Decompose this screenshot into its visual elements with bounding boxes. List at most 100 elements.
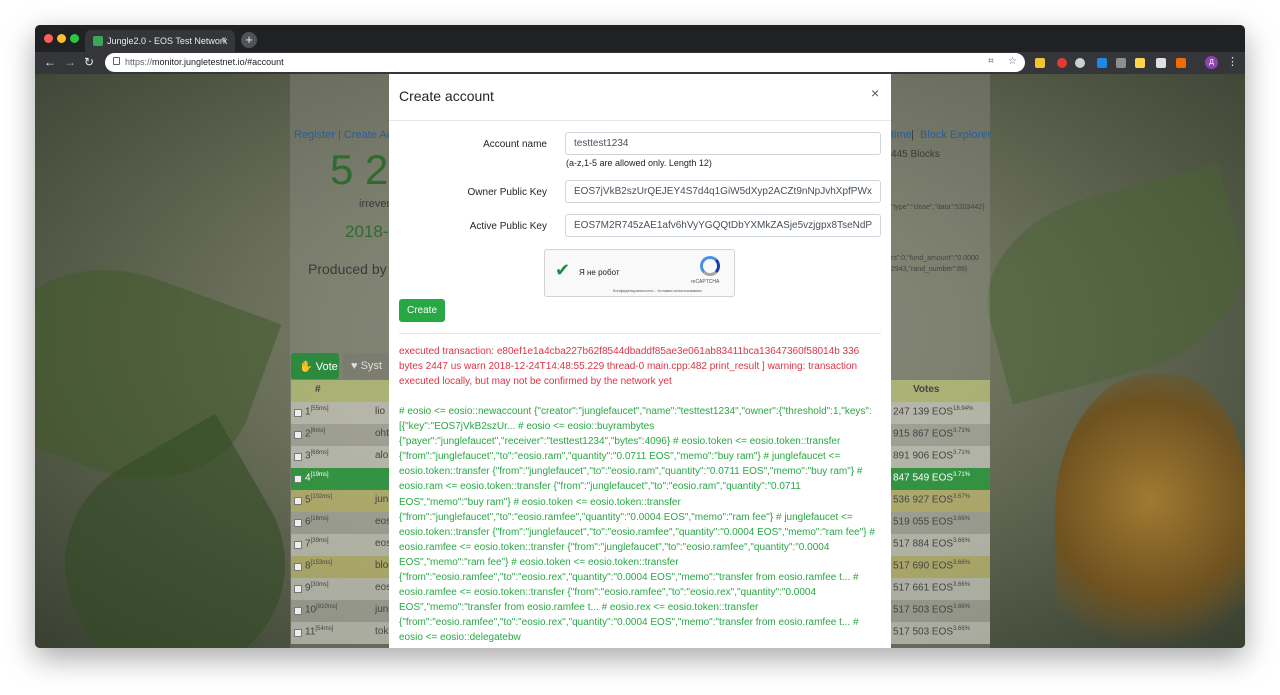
extension-icon[interactable] xyxy=(1176,58,1186,68)
row-rank: 8[153ms] xyxy=(305,560,332,572)
json-snippet: "type":"close","data":5203442} xyxy=(891,204,985,211)
owner-key-label: Owner Public Key xyxy=(467,187,547,198)
tab-title: Jungle2.0 - EOS Test Network xyxy=(107,36,228,46)
extension-icon[interactable] xyxy=(1035,58,1045,68)
active-key-input[interactable]: EOS7M2R745zAE1afv6hVyYGQQtDbYXMkZASje5vz… xyxy=(565,214,881,237)
row-rank: 10[810ms] xyxy=(305,604,338,616)
output-divider xyxy=(399,333,881,334)
recaptcha-brand: reCAPTCHA xyxy=(691,279,720,285)
browser-window: Jungle2.0 - EOS Test Network × + ← → ↻ h… xyxy=(35,25,1245,648)
translate-icon[interactable]: ⌗ xyxy=(988,56,994,67)
transaction-log: # eosio <= eosio::newaccount {"creator":… xyxy=(399,406,875,644)
modal-close-icon[interactable]: × xyxy=(871,85,879,101)
new-tab-button[interactable]: + xyxy=(241,32,257,48)
extension-icon[interactable] xyxy=(1097,58,1107,68)
recaptcha-terms-link[interactable]: Конфиденциальность - Условия использован… xyxy=(613,288,702,293)
url-text[interactable]: https://monitor.jungletestnet.io/#accoun… xyxy=(125,57,284,67)
nav-separator: | xyxy=(911,129,914,141)
block-date: 2018- xyxy=(345,222,389,241)
row-checkbox[interactable] xyxy=(294,519,302,527)
row-checkbox[interactable] xyxy=(294,629,302,637)
maximize-window-icon[interactable] xyxy=(70,34,79,43)
row-rank: 6[16ms] xyxy=(305,516,329,528)
blocks-count: 445 Blocks xyxy=(891,149,940,160)
head-block-number: 5 2 xyxy=(330,146,389,193)
row-checkbox[interactable] xyxy=(294,607,302,615)
row-rank: 7[39ms] xyxy=(305,538,329,550)
page-viewport: Register | Create Acc time | Block Explo… xyxy=(35,74,1245,648)
json-snippet: 2943,"rand_number":89} xyxy=(891,266,968,273)
row-checkbox[interactable] xyxy=(294,497,302,505)
row-checkbox[interactable] xyxy=(294,431,302,439)
row-votes: 517 661 EOS3.66% xyxy=(893,582,971,594)
system-tab-button[interactable]: ♥ Syst xyxy=(343,353,391,379)
back-arrow-icon[interactable]: ← xyxy=(44,55,56,69)
row-votes: 247 139 EOS18.94% xyxy=(893,406,974,418)
browser-toolbar: ← → ↻ https://monitor.jungletestnet.io/#… xyxy=(35,52,1245,74)
row-checkbox[interactable] xyxy=(294,541,302,549)
row-votes: 519 055 EOS3.66% xyxy=(893,516,971,528)
row-votes: 891 906 EOS3.71% xyxy=(893,450,971,462)
extension-icon[interactable] xyxy=(1075,58,1085,68)
row-votes: 847 549 EOS3.71% xyxy=(893,472,971,484)
extension-icon[interactable] xyxy=(1116,58,1126,68)
account-name-input[interactable]: testtest1234 xyxy=(565,132,881,155)
row-producer-name: tok xyxy=(375,626,389,637)
row-votes: 517 690 EOS3.66% xyxy=(893,560,971,572)
profile-avatar[interactable]: Д xyxy=(1205,56,1218,69)
tab-close-icon[interactable]: × xyxy=(221,35,227,46)
row-producer-name: lio xyxy=(375,406,386,417)
checkmark-icon[interactable]: ✔ xyxy=(555,260,570,281)
column-header-votes[interactable]: Votes xyxy=(913,384,940,395)
row-rank: 1[55ms] xyxy=(305,406,329,418)
row-producer-name: oht xyxy=(375,428,389,439)
row-checkbox[interactable] xyxy=(294,585,302,593)
account-name-hint: (a-z,1-5 are allowed only. Length 12) xyxy=(566,158,712,168)
extension-icon[interactable] xyxy=(1135,58,1145,68)
account-name-label: Account name xyxy=(483,139,547,150)
browser-menu-icon[interactable]: ⋮ xyxy=(1227,55,1238,68)
row-checkbox[interactable] xyxy=(294,409,302,417)
close-window-icon[interactable] xyxy=(44,34,53,43)
background-lion xyxy=(1055,374,1245,648)
active-key-label: Active Public Key xyxy=(469,221,547,232)
bookmark-star-icon[interactable]: ☆ xyxy=(1008,56,1017,67)
row-rank: 11[54ms] xyxy=(305,626,334,638)
row-rank: 3[68ms] xyxy=(305,450,329,462)
minimize-window-icon[interactable] xyxy=(57,34,66,43)
nav-link-time[interactable]: time xyxy=(891,129,912,141)
owner-key-input[interactable]: EOS7jVkB2szUrQEJEY4S7d4q1GiW5dXyp2ACZt9n… xyxy=(565,180,881,203)
produced-by-label: Produced by xyxy=(308,261,387,277)
row-checkbox[interactable] xyxy=(294,453,302,461)
recaptcha-logo-icon xyxy=(700,256,720,276)
tab-favicon-icon xyxy=(93,36,103,46)
extension-icon[interactable] xyxy=(1156,58,1166,68)
reload-icon[interactable]: ↻ xyxy=(84,55,94,69)
recaptcha-widget[interactable]: ✔ Я не робот reCAPTCHA Конфиденциальност… xyxy=(544,249,735,297)
row-votes: 517 503 EOS3.66% xyxy=(893,626,971,638)
nav-links-left[interactable]: Register | Create Acc xyxy=(294,129,398,141)
browser-tab[interactable]: Jungle2.0 - EOS Test Network × xyxy=(85,30,235,52)
row-rank: 4[19ms] xyxy=(305,472,329,484)
nav-link-block-explorer[interactable]: Block Explorer xyxy=(920,129,991,141)
modal-title: Create account xyxy=(399,88,494,104)
address-bar[interactable]: https://monitor.jungletestnet.io/#accoun… xyxy=(105,53,1025,72)
vote-tab-button[interactable]: ✋ Vote xyxy=(291,353,339,379)
json-snippet: rs":0,"fund_amount":"0.0000 xyxy=(891,255,979,262)
column-header-num[interactable]: # xyxy=(315,384,321,395)
background-foliage xyxy=(966,163,1245,405)
lock-icon xyxy=(113,57,120,65)
row-votes: 517 503 EOS3.66% xyxy=(893,604,971,616)
row-rank: 5[102ms] xyxy=(305,494,332,506)
row-checkbox[interactable] xyxy=(294,563,302,571)
tab-bar: Jungle2.0 - EOS Test Network × + xyxy=(35,25,1245,52)
row-rank: 2[6ms] xyxy=(305,428,326,440)
extension-icon[interactable] xyxy=(1057,58,1067,68)
modal-divider xyxy=(389,120,891,121)
row-checkbox[interactable] xyxy=(294,475,302,483)
irreversible-label: irrever xyxy=(359,198,391,210)
row-votes: 536 927 EOS3.67% xyxy=(893,494,971,506)
create-button[interactable]: Create xyxy=(399,299,445,322)
row-votes: 517 884 EOS3.66% xyxy=(893,538,971,550)
forward-arrow-icon[interactable]: → xyxy=(64,55,76,69)
